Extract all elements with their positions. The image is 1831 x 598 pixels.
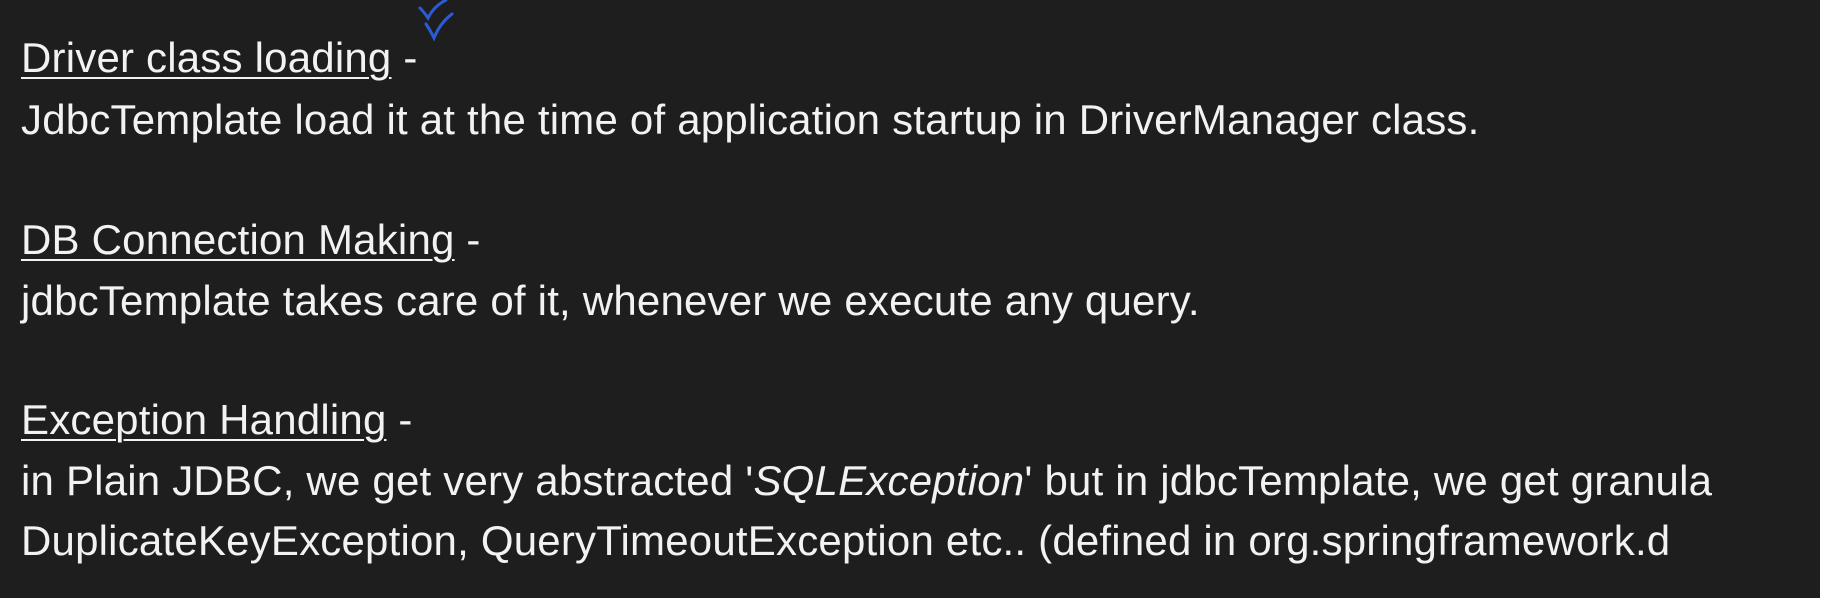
document-page: Driver class loading - JdbcTemplate load…	[0, 0, 1820, 598]
body-text-before: in Plain JDBC, we get very abstracted '	[21, 457, 754, 504]
section-heading-driver-class-loading: Driver class loading -	[21, 32, 418, 84]
heading-text: Driver class loading	[21, 34, 392, 81]
heading-text: Exception Handling	[21, 396, 387, 443]
page-edge	[1820, 0, 1831, 598]
heading-text: DB Connection Making	[21, 216, 455, 263]
section-body-driver-class-loading: JdbcTemplate load it at the time of appl…	[21, 96, 1480, 143]
section-heading-exception-handling: Exception Handling -	[21, 394, 413, 446]
section-body-exception-handling-line-2: DuplicateKeyException, QueryTimeoutExcep…	[21, 517, 1671, 564]
section-heading-db-connection: DB Connection Making -	[21, 214, 481, 266]
heading-separator: -	[386, 396, 413, 443]
body-text-italic: SQLException	[753, 457, 1025, 504]
section-body-exception-handling-line-1: in Plain JDBC, we get very abstracted 'S…	[21, 455, 1712, 507]
body-text-after: ' but in jdbcTemplate, we get granula	[1024, 457, 1713, 504]
handwritten-checkmark-icon	[418, 0, 454, 42]
section-body-db-connection: jdbcTemplate takes care of it, whenever …	[21, 277, 1200, 324]
heading-separator: -	[454, 216, 481, 263]
heading-separator: -	[391, 34, 418, 81]
